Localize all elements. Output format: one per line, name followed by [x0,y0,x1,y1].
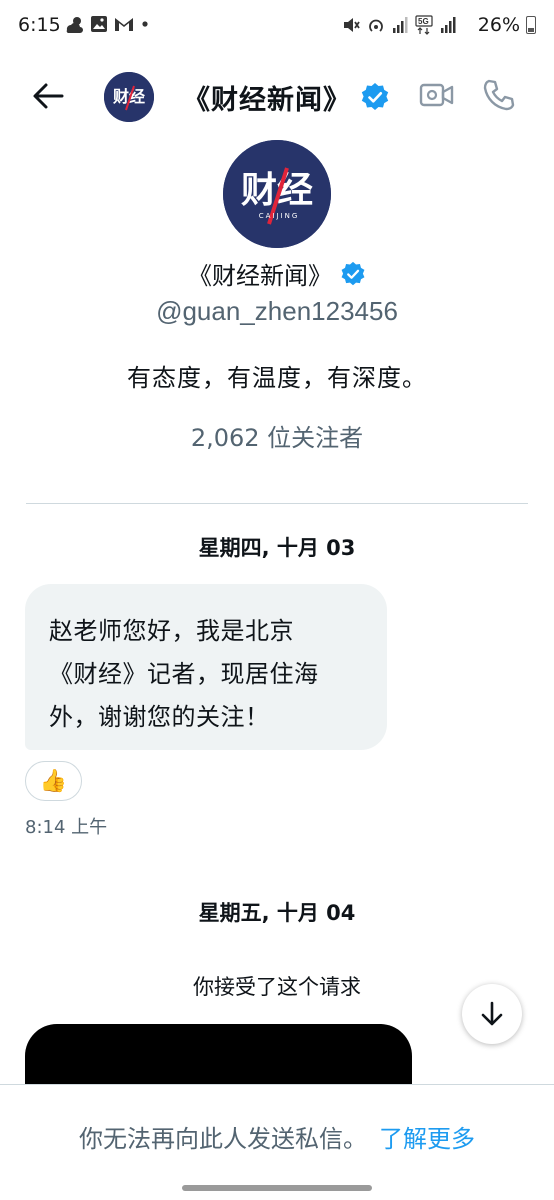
composer-disabled-footer: 你无法再向此人发送私信。 了解更多 [0,1084,554,1200]
profile-handle[interactable]: @guan_zhen123456 [0,296,554,327]
profile-bio: 有态度，有温度，有深度。 [127,364,427,392]
gmail-icon [115,18,133,31]
divider [26,503,528,504]
status-time: 6:15 [18,14,61,36]
header-avatar[interactable]: 财经 [104,72,154,122]
cannot-message-notice: 你无法再向此人发送私信。 [79,1125,367,1153]
message-line: 赵老师您好，我是北京 [49,617,294,645]
gallery-icon [91,16,107,32]
back-button[interactable] [28,76,68,116]
notification-icons [64,15,150,33]
system-icons: 5G [342,15,456,35]
home-indicator[interactable] [182,1185,372,1191]
message-line: 外，谢谢您的关注！ [49,703,270,731]
thumbs-up-icon: 👍 [39,768,68,794]
scroll-to-bottom-button[interactable] [462,984,522,1044]
followers-count[interactable]: 2,062 位关注者 [0,418,554,453]
battery-percent: 26% [477,14,520,36]
logo-subtext: CAIJING [259,212,300,220]
5g-icon: 5G [415,15,433,35]
date-separator: 星期五, 十月 04 [198,901,356,925]
verified-badge-icon [361,83,389,110]
received-message-bubble[interactable]: 赵老师您好，我是北京 《财经》记者，现居住海 外，谢谢您的关注！ [25,584,387,750]
status-bar: 6:15 5G 26% [0,0,554,54]
back-arrow-icon [33,83,64,109]
footer-row: 你无法再向此人发送私信。 了解更多 [0,1119,554,1154]
video-call-button[interactable] [419,80,455,110]
conversation-header: 财经 《财经新闻》 [0,60,554,130]
signal-icon [393,17,408,33]
message-timestamp: 8:14 上午 [25,817,108,838]
verified-badge-icon [341,261,365,285]
hotspot-icon [369,19,383,32]
caijing-logo-icon: 财经 [104,72,154,122]
svg-text:5G: 5G [418,17,429,26]
arrow-down-icon [481,1001,503,1026]
mute-icon [344,18,360,32]
thumbs-up-reaction[interactable]: 👍 [25,761,82,801]
battery-icon [526,16,536,34]
message-line: 《财经》记者，现居住海 [49,660,319,688]
phone-call-button[interactable] [482,78,516,112]
profile-avatar[interactable]: 财经 CAIJING [223,140,331,248]
profile-name-row: 《财经新闻》 [0,256,554,291]
header-title[interactable]: 《财经新闻》 [183,78,351,117]
profile-name[interactable]: 《财经新闻》 [188,256,332,291]
weather-icon [66,17,83,33]
date-separator: 星期四, 十月 03 [198,536,356,560]
signal-icon [441,17,456,33]
dot-icon [142,21,148,27]
caijing-logo-icon: 财经 CAIJING [223,140,331,248]
learn-more-link[interactable]: 了解更多 [379,1119,475,1154]
